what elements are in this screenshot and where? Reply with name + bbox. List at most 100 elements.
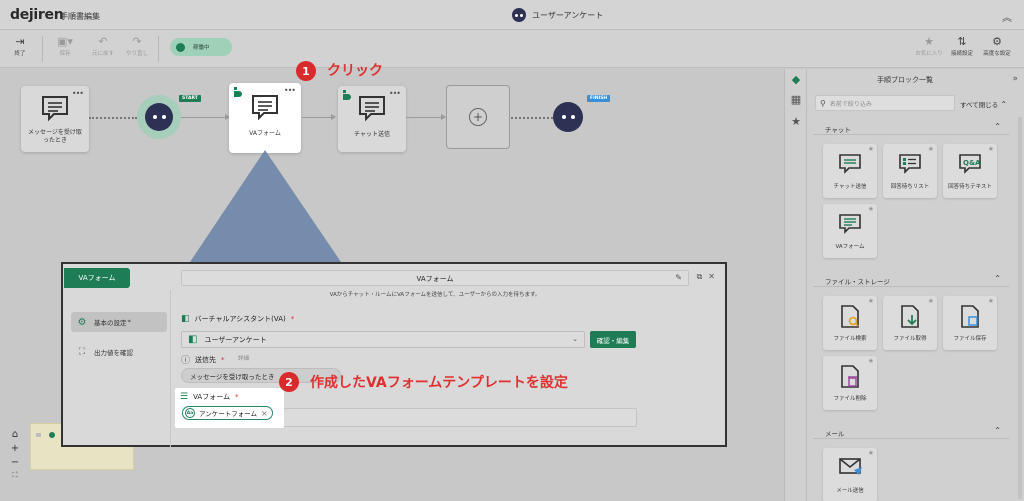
- step-text-1: クリック: [327, 63, 383, 79]
- close-all-button[interactable]: すべて閉じる ⌃: [960, 99, 1007, 109]
- file-delete-icon: [841, 365, 859, 388]
- sidebar-item-basic-settings[interactable]: ⚙ 基本の設定 *: [71, 312, 167, 332]
- flow-node-va-form[interactable]: ••• VAフォーム: [229, 83, 301, 153]
- favorites-button[interactable]: ★ お気に入り: [913, 35, 945, 57]
- connection-settings-button[interactable]: ⇅ 接続設定: [946, 35, 978, 57]
- star-icon[interactable]: ★: [928, 145, 934, 153]
- toolbar: ⇥ 終了 ▣▾ 保存 ↶ 元に戻す ↷ やり直し 稼働中 ★ お気に入り ⇅ 接…: [0, 30, 1024, 68]
- add-node-button[interactable]: +: [446, 85, 510, 149]
- expand-icon[interactable]: »: [1012, 74, 1018, 84]
- block-label: 回答待ちテキスト: [948, 184, 992, 190]
- section-file-storage[interactable]: ファイル・ストレージ ⌃: [813, 273, 1009, 287]
- star-icon[interactable]: ★: [988, 145, 994, 153]
- block-answer-text[interactable]: ★ Q&A 回答待ちテキスト: [943, 144, 997, 198]
- block-mail-send[interactable]: ★ メール送信: [823, 448, 877, 501]
- sidebar-item-output[interactable]: ⛶ 出力値を確認: [71, 342, 167, 362]
- chevron-up-icon: ⌃: [1000, 100, 1008, 109]
- start-bot[interactable]: [137, 95, 181, 139]
- star-icon[interactable]: ★: [868, 297, 874, 305]
- star-icon[interactable]: ★: [789, 115, 803, 129]
- va-select[interactable]: ◧ ユーザーアンケート ⌄: [181, 331, 585, 348]
- exit-button[interactable]: ⇥ 終了: [5, 35, 35, 57]
- star-icon[interactable]: ★: [868, 145, 874, 153]
- status-toggle[interactable]: 稼働中: [170, 38, 232, 56]
- modal-tab[interactable]: VAフォーム: [64, 268, 130, 288]
- fullscreen-icon[interactable]: ⛶: [13, 471, 18, 480]
- pencil-icon[interactable]: ✎: [675, 273, 682, 282]
- close-icon[interactable]: ×: [261, 409, 268, 418]
- block-list-panel: ◆ ▦ ★ 手順ブロック一覧 » ⚲ 名前で絞り込み すべて閉じる ⌃ チャット…: [784, 69, 1024, 501]
- zoom-out-icon[interactable]: −: [11, 457, 19, 468]
- boxes-icon[interactable]: ▦: [789, 93, 803, 107]
- step-badge-2: 2: [279, 372, 299, 392]
- zoom-in-icon[interactable]: +: [11, 443, 19, 454]
- section-mail[interactable]: メール ⌃: [813, 425, 1009, 439]
- brand-icon: ◧: [181, 314, 190, 324]
- collapse-panel-icon[interactable]: ⧉: [697, 272, 703, 282]
- star-icon[interactable]: ★: [988, 297, 994, 305]
- qa-bubble-icon: Q&A: [959, 154, 981, 174]
- block-va-form[interactable]: ★ VAフォーム: [823, 204, 877, 258]
- advanced-label: 高度な設定: [983, 51, 1011, 57]
- va-form-field-highlight: ☰ VAフォーム * Aa アンケートフォーム ×: [175, 388, 284, 428]
- chevron-down-icon: ⌄: [572, 335, 578, 343]
- search-icon: ⚲: [820, 98, 826, 108]
- double-chevron-up-icon[interactable]: ︽: [1002, 9, 1012, 24]
- toolbar-divider: [158, 36, 159, 62]
- exit-icon: ⇥: [15, 35, 25, 48]
- settings-nodes-icon: ⚙: [992, 35, 1002, 48]
- block-file-save[interactable]: ★ ファイル保存: [943, 296, 997, 350]
- section-chat[interactable]: チャット ⌃: [813, 121, 1009, 135]
- block-file-get[interactable]: ★ ファイル取得: [883, 296, 937, 350]
- star-icon[interactable]: ★: [868, 449, 874, 457]
- undo-button[interactable]: ↶ 元に戻す: [88, 35, 118, 57]
- save-label: 保存: [59, 51, 71, 57]
- modal-title: VAフォーム: [416, 275, 454, 283]
- block-file-delete[interactable]: ★ ファイル削除: [823, 356, 877, 410]
- block-answer-list[interactable]: ★ 回答待ちリスト: [883, 144, 937, 198]
- file-search-icon: [841, 305, 859, 328]
- chat-bubble-icon: [359, 96, 385, 122]
- more-icon[interactable]: •••: [72, 89, 84, 98]
- cube-icon[interactable]: ◆: [789, 73, 803, 87]
- block-chat-send[interactable]: ★ チャット送信: [823, 144, 877, 198]
- save-button[interactable]: ▣▾ 保存: [50, 35, 80, 57]
- star-icon[interactable]: ★: [928, 297, 934, 305]
- close-icon[interactable]: ✕: [708, 272, 715, 282]
- flow-node-chat-send[interactable]: ••• チャット送信: [338, 86, 406, 152]
- redo-button[interactable]: ↷ やり直し: [122, 35, 152, 57]
- star-icon: ★: [924, 35, 934, 48]
- dest-detail-link[interactable]: 詳細: [238, 354, 249, 362]
- sidebar-item-label: 基本の設定: [94, 319, 127, 327]
- status-dot-icon: [176, 42, 185, 52]
- block-search-input[interactable]: ⚲ 名前で絞り込み: [815, 95, 955, 111]
- block-file-search[interactable]: ★ ファイル検索: [823, 296, 877, 350]
- chevron-up-icon: ⌃: [994, 426, 1001, 435]
- more-icon[interactable]: •••: [284, 86, 296, 95]
- star-icon[interactable]: ★: [868, 205, 874, 213]
- flow-node-receive[interactable]: ••• メッセージを受け取ったとき: [21, 86, 89, 152]
- fit-view-icon[interactable]: ⌂: [12, 429, 18, 440]
- block-label: メール送信: [836, 488, 864, 494]
- form-bubble-icon: [252, 95, 278, 121]
- modal-title-input[interactable]: VAフォーム ✎: [181, 270, 689, 286]
- status-label: 稼働中: [193, 45, 210, 51]
- block-label: VAフォーム: [835, 244, 865, 250]
- top-bar: dejiren 手順書編集 ユーザーアンケート ︽: [0, 0, 1024, 30]
- form-chip[interactable]: Aa アンケートフォーム ×: [182, 406, 273, 420]
- page-title: 手順書編集: [60, 12, 100, 21]
- advanced-settings-button[interactable]: ⚙ 高度な設定: [980, 35, 1014, 57]
- va-form-settings-modal: VAフォーム ⚙ 基本の設定 * ⛶ 出力値を確認 VAフォーム ✎ ⧉ ✕ VA…: [61, 262, 727, 447]
- end-bot[interactable]: [553, 102, 583, 132]
- confirm-edit-button[interactable]: 確認・編集: [590, 331, 636, 348]
- file-download-icon: [901, 305, 919, 328]
- search-placeholder: 名前で絞り込み: [829, 100, 872, 108]
- more-icon[interactable]: •••: [389, 89, 401, 98]
- brand-icon: [234, 87, 242, 97]
- undo-icon: ↶: [98, 35, 108, 48]
- chat-bubble-icon: [839, 154, 861, 174]
- scrollbar[interactable]: [1018, 117, 1022, 499]
- arrow-icon: [331, 114, 336, 120]
- va-select-value: ユーザーアンケート: [204, 335, 267, 344]
- star-icon[interactable]: ★: [868, 357, 874, 365]
